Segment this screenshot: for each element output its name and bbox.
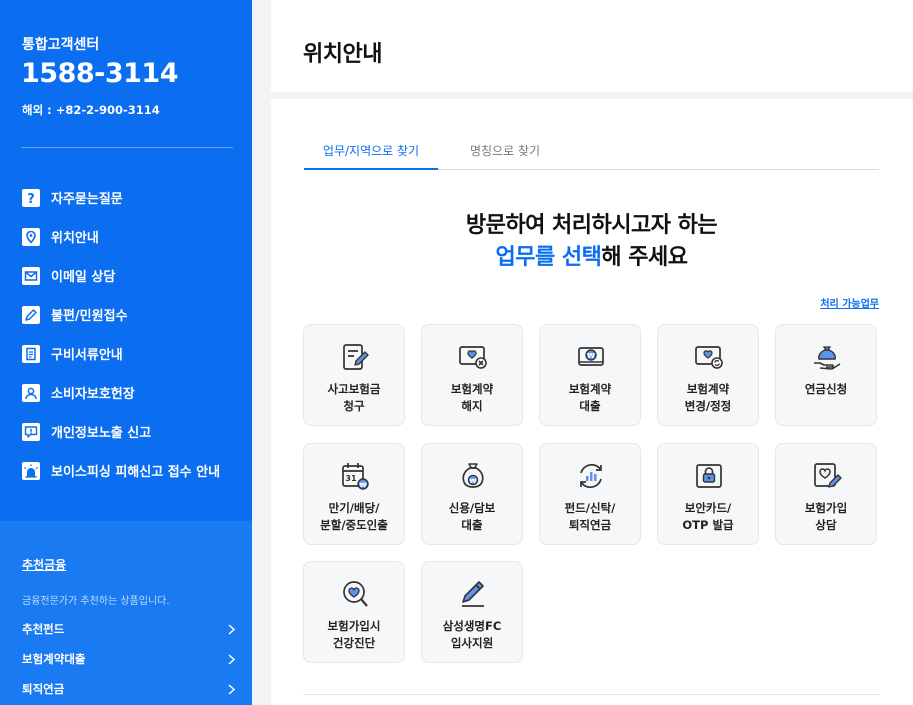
recommend-link-label: 추천펀드 [22,622,65,636]
service-card-label: 보험계약 대출 [568,382,612,413]
recommend-link-label: 퇴직연금 [22,682,65,696]
sidebar: 통합고객센터 1588-3114 해외 : +82-2-900-3114 ? 자… [0,0,252,705]
health-check-icon [343,581,368,607]
sidebar-item-label: 불편/민원접수 [51,309,128,324]
sidebar-item-documents[interactable]: 구비서류안내 [21,334,246,373]
svg-text:?: ? [27,192,35,207]
svg-text:₩: ₩ [587,352,595,360]
available-tasks-link[interactable]: 처리 가능업무 [820,295,879,310]
headline-rest: 해 주세요 [601,245,688,270]
recommend-link-label: 보험계약대출 [22,652,86,666]
contract-cancel-icon [459,346,487,369]
headline-line-2: 업무를 선택해 주세요 [304,242,879,274]
sidebar-item-consumer-charter[interactable]: 소비자보호헌장 [21,373,246,412]
location-pin-icon [22,227,40,246]
content-divider [303,694,880,695]
service-card-credit-loan[interactable]: ₩ 신용/담보 대출 [421,443,523,545]
contact-phone[interactable]: 1588-3114 [21,58,179,89]
service-card-label: 보안카드/ OTP 발급 [682,501,734,532]
service-card-pension-application[interactable]: 연금신청 [775,324,877,426]
service-card-label: 펀드/신탁/ 퇴직연금 [564,501,616,532]
heart-pen-icon [814,463,842,488]
service-card-label: 보험계약 변경/정정 [684,382,732,413]
security-lock-icon [696,464,722,488]
service-card-health-exam[interactable]: 보험가입시 건강진단 [303,561,405,663]
recommend-title[interactable]: 추천금융 [22,556,66,573]
recommend-link-pension[interactable]: 퇴직연금 [22,679,236,699]
service-card-label: 만기/배당/ 분할/중도인출 [320,501,388,532]
service-card-insurance-consult[interactable]: 보험가입 상담 [775,443,877,545]
speech-alert-icon [22,422,40,441]
sidebar-item-location[interactable]: 위치안내 [21,217,246,256]
sidebar-item-label: 위치안내 [51,231,99,246]
pencil-icon [22,305,40,324]
service-card-contract-loan[interactable]: ₩ 보험계약 대출 [539,324,641,426]
sidebar-item-complaint[interactable]: 불편/민원접수 [21,295,246,334]
contract-loan-icon: ₩ [578,347,604,366]
service-card-contract-change[interactable]: 보험계약 변경/정정 [657,324,759,426]
sidebar-item-label: 이메일 상담 [51,270,116,285]
person-icon [22,383,40,402]
money-bag-hand-icon [814,346,841,370]
recommend-section: 추천금융 금융전문가가 추천하는 상품입니다. 추천펀드 보험계약대출 퇴직연금 [0,521,252,705]
recommend-description: 금융전문가가 추천하는 상품입니다. [22,596,170,607]
contact-center-label: 통합고객센터 [22,37,100,53]
tab-search-by-task-region[interactable]: 업무/지역으로 찾기 [304,141,438,170]
money-bag-icon: ₩ [462,463,484,488]
svg-text:₩: ₩ [359,481,367,489]
claim-form-icon [343,344,369,370]
headline-highlight: 업무를 선택 [495,245,602,270]
siren-icon [22,461,40,480]
service-card-label: 삼성생명FC 입사지원 [442,619,502,650]
document-icon [22,344,40,363]
tab-search-by-name[interactable]: 명칭으로 찾기 [438,141,572,170]
service-card-label: 연금신청 [804,382,848,396]
instruction-headline: 방문하여 처리하시고자 하는 업무를 선택해 주세요 [304,210,879,274]
sidebar-item-label: 자주묻는질문 [51,192,123,207]
service-card-accident-claim[interactable]: 사고보험금 청구 [303,324,405,426]
service-card-fc-application[interactable]: 삼성생명FC 입사지원 [421,561,523,663]
service-card-fund-trust[interactable]: 펀드/신탁/ 퇴직연금 [539,443,641,545]
recommend-link-loan[interactable]: 보험계약대출 [22,649,236,669]
service-card-label: 보험가입 상담 [804,501,848,532]
service-card-maturity-withdrawal[interactable]: 31 ₩ 만기/배당/ 분할/중도인출 [303,443,405,545]
mail-icon [22,266,40,285]
svg-text:31: 31 [345,474,357,483]
contract-change-icon [695,346,723,369]
sidebar-item-privacy-report[interactable]: 개인정보노출 신고 [21,412,246,451]
sidebar-item-label: 소비자보호헌장 [51,387,135,402]
service-card-label: 보험계약 해지 [450,382,494,413]
chevron-right-icon [228,683,236,695]
service-card-label: 사고보험금 청구 [327,382,381,413]
headline-line-1: 방문하여 처리하시고자 하는 [465,213,718,238]
sidebar-item-label: 구비서류안내 [51,348,123,363]
calendar-coin-icon: 31₩ [342,463,369,490]
sidebar-item-faq[interactable]: ? 자주묻는질문 [21,178,246,217]
recommend-link-fund[interactable]: 추천펀드 [22,619,236,639]
sidebar-item-label: 보이스피싱 피해신고 접수 안내 [51,465,221,480]
question-icon: ? [22,188,40,207]
page-title: 위치안내 [303,42,382,67]
tab-bar: 업무/지역으로 찾기 명칭으로 찾기 [304,141,879,170]
sidebar-menu: ? 자주묻는질문 위치안내 이메일 상담 불편/민원접수 구비서류안내 소비자보… [21,178,246,490]
page-header: 위치안내 [271,0,913,92]
chevron-right-icon [228,623,236,635]
service-card-contract-cancel[interactable]: 보험계약 해지 [421,324,523,426]
service-card-label: 보험가입시 건강진단 [327,619,381,650]
service-card-security-otp[interactable]: 보안카드/ OTP 발급 [657,443,759,545]
sidebar-item-label: 개인정보노출 신고 [51,426,152,441]
sidebar-item-email[interactable]: 이메일 상담 [21,256,246,295]
sidebar-item-voice-phishing[interactable]: 보이스피싱 피해신고 접수 안내 [21,451,246,490]
chevron-right-icon [228,653,236,665]
service-card-label: 신용/담보 대출 [448,501,496,532]
pen-write-icon [462,581,484,607]
svg-text:₩: ₩ [469,477,477,485]
content-panel: 업무/지역으로 찾기 명칭으로 찾기 방문하여 처리하시고자 하는 업무를 선택… [271,99,913,705]
sidebar-divider [21,147,233,148]
fund-chart-icon [580,463,602,489]
overseas-phone: 해외 : +82-2-900-3114 [22,103,160,117]
